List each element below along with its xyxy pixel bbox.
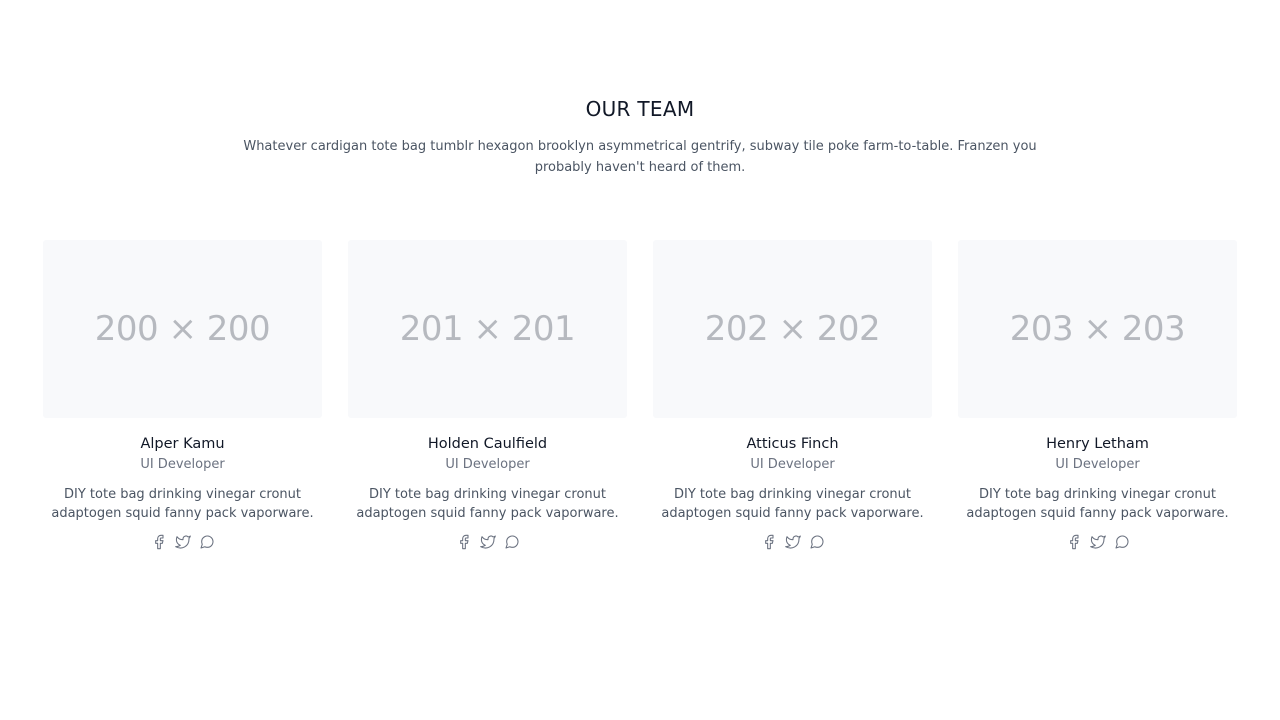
member-photo-placeholder: 203 × 203 bbox=[958, 240, 1237, 418]
facebook-link[interactable] bbox=[1065, 533, 1083, 551]
team-member-card: 200 × 200 Alper Kamu UI Developer DIY to… bbox=[43, 240, 322, 551]
team-member-card: 203 × 203 Henry Letham UI Developer DIY … bbox=[958, 240, 1237, 551]
chat-icon bbox=[199, 535, 214, 549]
member-bio: DIY tote bag drinking vinegar cronut ada… bbox=[966, 487, 1229, 521]
chat-icon bbox=[809, 535, 824, 549]
member-role: UI Developer bbox=[750, 457, 835, 472]
chat-icon bbox=[1114, 535, 1129, 549]
section-header: OUR TEAM Whatever cardigan tote bag tumb… bbox=[0, 96, 1280, 178]
member-name: Atticus Finch bbox=[746, 436, 839, 452]
chat-icon bbox=[504, 535, 519, 549]
social-links bbox=[653, 533, 932, 551]
twitter-link[interactable] bbox=[479, 533, 497, 551]
member-photo-placeholder: 200 × 200 bbox=[43, 240, 322, 418]
facebook-icon bbox=[459, 534, 469, 550]
twitter-icon bbox=[174, 535, 191, 549]
facebook-icon bbox=[1069, 534, 1079, 550]
twitter-icon bbox=[479, 535, 496, 549]
chat-link[interactable] bbox=[503, 533, 521, 551]
facebook-icon bbox=[154, 534, 164, 550]
chat-link[interactable] bbox=[808, 533, 826, 551]
twitter-icon bbox=[784, 535, 801, 549]
facebook-link[interactable] bbox=[760, 533, 778, 551]
section-subtitle: Whatever cardigan tote bag tumblr hexago… bbox=[243, 139, 1037, 175]
team-section: OUR TEAM Whatever cardigan tote bag tumb… bbox=[0, 0, 1280, 720]
member-name: Henry Letham bbox=[1046, 436, 1149, 452]
team-cards: 200 × 200 Alper Kamu UI Developer DIY to… bbox=[43, 240, 1237, 551]
social-links bbox=[958, 533, 1237, 551]
twitter-link[interactable] bbox=[174, 533, 192, 551]
member-bio: DIY tote bag drinking vinegar cronut ada… bbox=[661, 487, 924, 521]
member-bio: DIY tote bag drinking vinegar cronut ada… bbox=[51, 487, 314, 521]
chat-link[interactable] bbox=[1113, 533, 1131, 551]
facebook-link[interactable] bbox=[455, 533, 473, 551]
social-links bbox=[348, 533, 627, 551]
member-name: Holden Caulfield bbox=[427, 436, 548, 452]
facebook-icon bbox=[764, 534, 774, 550]
twitter-link[interactable] bbox=[784, 533, 802, 551]
section-title: OUR TEAM bbox=[585, 97, 695, 121]
twitter-link[interactable] bbox=[1089, 533, 1107, 551]
member-role: UI Developer bbox=[445, 457, 530, 472]
member-role: UI Developer bbox=[140, 457, 225, 472]
member-role: UI Developer bbox=[1055, 457, 1140, 472]
team-member-card: 201 × 201 Holden Caulfield UI Developer … bbox=[348, 240, 627, 551]
twitter-icon bbox=[1089, 535, 1106, 549]
member-name: Alper Kamu bbox=[140, 436, 225, 452]
member-photo-placeholder: 202 × 202 bbox=[653, 240, 932, 418]
member-bio: DIY tote bag drinking vinegar cronut ada… bbox=[356, 487, 619, 521]
chat-link[interactable] bbox=[198, 533, 216, 551]
social-links bbox=[43, 533, 322, 551]
member-photo-placeholder: 201 × 201 bbox=[348, 240, 627, 418]
facebook-link[interactable] bbox=[150, 533, 168, 551]
team-member-card: 202 × 202 Atticus Finch UI Developer DIY… bbox=[653, 240, 932, 551]
